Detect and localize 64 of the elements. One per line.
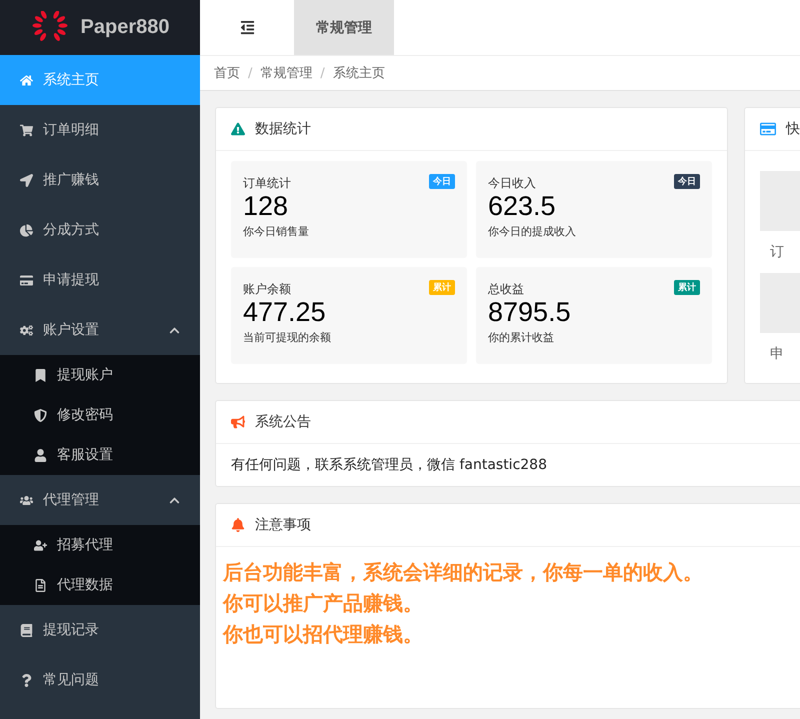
arrow-icon: [20, 174, 33, 186]
breadcrumb-separator: /: [320, 66, 325, 80]
pie-chart-icon: [20, 224, 33, 236]
sidebar-item[interactable]: 账户设置: [0, 305, 200, 355]
note-line: 你也可以招代理赚钱。: [223, 621, 424, 648]
stat-value: 623.5: [488, 192, 557, 220]
sidebar-subitem[interactable]: 招募代理: [0, 525, 200, 565]
sidebar-subitem[interactable]: 客服设置: [0, 435, 200, 475]
stat-value: 8795.5: [488, 298, 572, 326]
shortcut-label: 订: [770, 243, 784, 261]
stat-value: 128: [243, 192, 290, 220]
bookmark-icon: [34, 368, 47, 382]
stat-caption: 你今日的提成收入: [488, 224, 577, 240]
card-title: 快: [786, 120, 800, 138]
stat-label: 总收益: [488, 281, 524, 298]
sidebar-subitem[interactable]: 提现账户: [0, 355, 200, 395]
cart-icon: [20, 124, 33, 136]
card-icon: [20, 274, 33, 286]
stat-caption: 你今日销售量: [243, 224, 310, 240]
card-title: 数据统计: [255, 120, 311, 138]
logo-text: Paper880: [80, 16, 170, 39]
stat-label: 今日收入: [488, 175, 536, 192]
sidebar-item[interactable]: 分成方式: [0, 205, 200, 255]
book-icon: [20, 624, 33, 636]
question-icon: [20, 674, 33, 686]
document-icon: [34, 578, 47, 592]
stat-caption: 你的累计收益: [488, 330, 555, 346]
note-line: 后台功能丰富，系统会详细的记录，你每一单的收入。: [223, 559, 704, 586]
breadcrumb-link[interactable]: 常规管理: [260, 64, 312, 82]
megaphone-icon: [231, 415, 245, 429]
shield-icon: [34, 408, 47, 422]
tab[interactable]: 常规管理: [294, 0, 394, 55]
stat-caption: 当前可提现的余额: [243, 330, 332, 346]
breadcrumb-link[interactable]: 首页: [214, 64, 240, 82]
stat-label: 账户余额: [243, 281, 291, 298]
home-icon: [20, 74, 33, 86]
sidebar-subitem[interactable]: 修改密码: [0, 395, 200, 435]
stat-label: 订单统计: [243, 175, 291, 192]
notice-text: 有任何问题，联系系统管理员，微信 fantastic288: [230, 456, 548, 475]
stat-badge: 今日: [674, 174, 700, 189]
users-icon: [20, 494, 33, 506]
sidebar-item[interactable]: 申请提现: [0, 255, 200, 305]
sidebar-subitem[interactable]: 代理数据: [0, 565, 200, 605]
breadcrumb-separator: /: [248, 66, 252, 80]
breadcrumb-link[interactable]: 系统主页: [332, 64, 385, 82]
warning-icon: [231, 122, 245, 136]
sidebar-item[interactable]: 订单明细: [0, 105, 200, 155]
stat-badge: 今日: [429, 174, 455, 189]
card-title: 注意事项: [255, 516, 311, 534]
sidebar-item[interactable]: 代理管理: [0, 475, 200, 525]
gears-icon: [20, 324, 33, 336]
bell-icon: [231, 518, 245, 532]
card-title: 系统公告: [255, 413, 311, 431]
sidebar-item[interactable]: 常见问题: [0, 655, 200, 705]
stat-value: 477.25: [243, 298, 327, 326]
note-line: 你可以推广产品赚钱。: [223, 590, 424, 617]
shortcut-label: 申: [770, 345, 784, 363]
card-icon: [760, 121, 776, 137]
sidebar-item[interactable]: 推广赚钱: [0, 155, 200, 205]
user-icon: [34, 448, 47, 462]
stat-badge: 累计: [429, 280, 455, 295]
user-plus-icon: [34, 538, 47, 552]
sidebar-item[interactable]: 提现记录: [0, 605, 200, 655]
stat-badge: 累计: [674, 280, 700, 295]
